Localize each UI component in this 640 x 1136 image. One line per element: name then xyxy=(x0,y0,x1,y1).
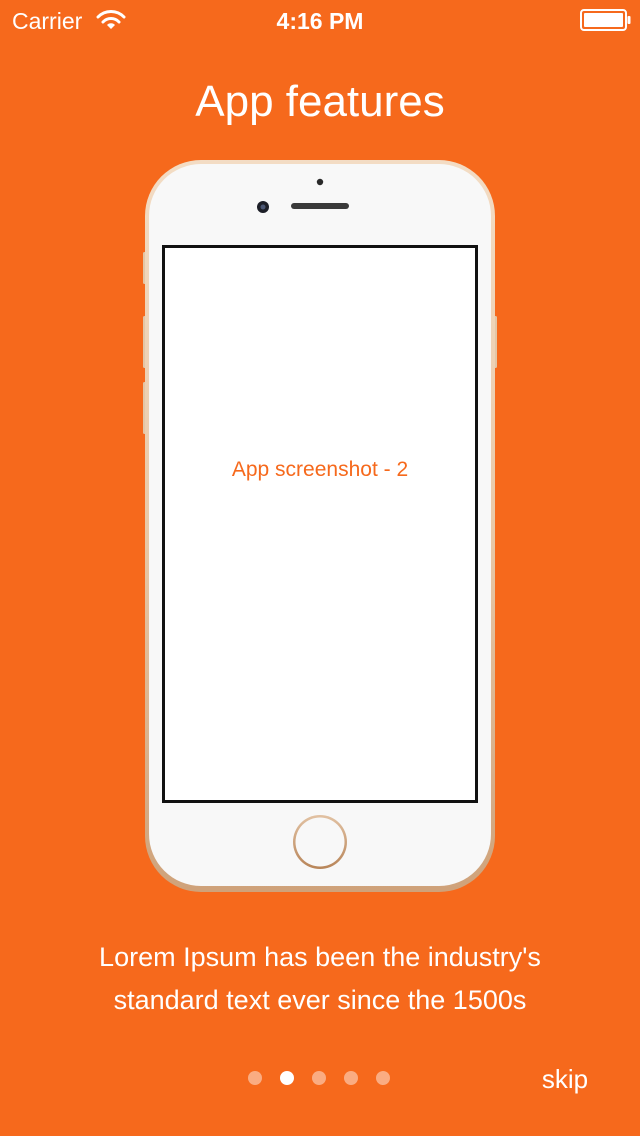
page-dot-1[interactable] xyxy=(248,1071,262,1085)
status-time: 4:16 PM xyxy=(276,8,364,34)
page-dot-2[interactable] xyxy=(280,1071,294,1085)
page-dot-3[interactable] xyxy=(312,1071,326,1085)
description-line-1: Lorem Ipsum has been the industry's xyxy=(99,942,541,972)
phone-screen: App screenshot - 2 xyxy=(162,245,478,803)
onboarding-screen: Carrier 4:16 PM App features App screens… xyxy=(0,0,640,1136)
page-dot-5[interactable] xyxy=(376,1071,390,1085)
page-title: App features xyxy=(195,77,445,126)
feature-description: Lorem Ipsum has been the industry's stan… xyxy=(40,936,600,1022)
skip-button[interactable]: skip xyxy=(520,1060,610,1098)
page-indicator[interactable] xyxy=(248,1071,398,1085)
battery-icon xyxy=(580,9,631,31)
page-dot-4[interactable] xyxy=(344,1071,358,1085)
description-line-2: standard text ever since the 1500s xyxy=(113,985,527,1015)
status-bar: Carrier 4:16 PM xyxy=(0,0,640,40)
phone-mockup: App screenshot - 2 xyxy=(143,160,497,892)
screenshot-placeholder-label: App screenshot - 2 xyxy=(231,458,409,481)
